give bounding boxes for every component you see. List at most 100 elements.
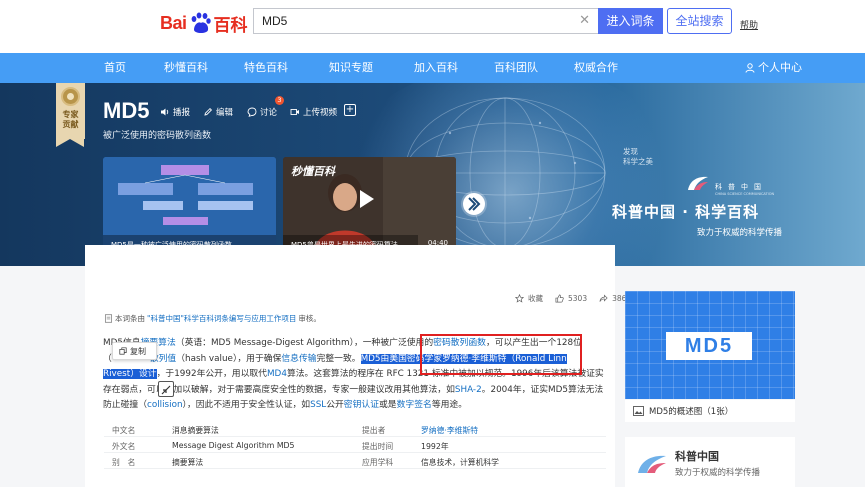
logo-bai-text: Bai (160, 12, 187, 33)
info-value: 摘要算法 (172, 458, 204, 467)
like-count: 5303 (568, 293, 588, 303)
review-note: 本词条由 "科普中国"科学百科词条编写与应用工作项目 审核。 (104, 313, 321, 324)
kepu-logo-icon (688, 176, 708, 190)
kepu-small-en: CHINA SCIENCE COMMUNICATION (715, 192, 775, 196)
clear-icon[interactable]: ✕ (579, 13, 590, 29)
text: 公开 (326, 400, 344, 410)
link-digital-signature[interactable]: 数字签名 (397, 400, 432, 410)
link-md4[interactable]: MD4 (267, 369, 287, 379)
logo-baike-text: 百科 (213, 15, 248, 36)
expert-contribution-ribbon: 专家贡献 (56, 83, 85, 147)
selection-tool-icon[interactable] (158, 381, 174, 397)
highlight-annotation-box (420, 334, 582, 375)
chevron-right-icon (463, 193, 485, 215)
next-arrow-button[interactable] (461, 191, 487, 217)
chat-icon (247, 107, 257, 117)
text: ，于1992年公开，用以取代 (156, 369, 267, 379)
video-icon (290, 108, 299, 115)
site-search-button[interactable]: 全站搜索 (667, 8, 732, 34)
info-label: 提出者 (362, 426, 386, 435)
copy-label: 复制 (130, 346, 146, 356)
discover-title: 发现 (623, 147, 638, 156)
selected-text-end[interactable]: Rivest）设计 (103, 369, 157, 379)
text: 。2004年，证实MD5算法无法 (481, 385, 604, 395)
review-suffix: 审核。 (298, 314, 321, 323)
summary-line-5: 防止碰撞（collision），因此不适用于安全性认证，如SSL公开密钥认证或是… (103, 397, 467, 410)
pencil-icon (204, 107, 213, 116)
info-row: 外文名 Message Digest Algorithm MD5 提出时间 19… (104, 437, 606, 453)
copy-popup-button[interactable]: 复制 (112, 342, 157, 360)
enter-entry-button[interactable]: 进入词条 (598, 8, 663, 34)
edit-button[interactable]: 编辑 (203, 103, 233, 120)
nav-item-team[interactable]: 百科团队 (494, 53, 538, 83)
kepu-card-subtitle: 致力于权威的科学传播 (675, 468, 761, 478)
info-label: 中文名 (112, 426, 136, 435)
page-title: MD5 (103, 98, 150, 123)
thumb-up-icon[interactable] (555, 294, 564, 303)
entry-stats: 收藏 5303 386 (515, 292, 626, 304)
nav-item-join[interactable]: 加入百科 (414, 53, 458, 83)
page-subtitle: 被广泛使用的密码散列函数 (103, 131, 212, 141)
search-input[interactable] (254, 9, 564, 33)
upload-video-button[interactable]: 上传视频 (290, 103, 337, 120)
info-value-link[interactable]: 罗纳德·李维斯特 (421, 425, 478, 436)
text: 防止碰撞（ (103, 400, 147, 410)
link-sha2[interactable]: SHA-2 (455, 385, 482, 395)
info-value: Message Digest Algorithm MD5 (172, 441, 295, 450)
help-link[interactable]: 帮助 (740, 18, 758, 31)
review-project-link[interactable]: "科普中国"科学百科词条编写与应用工作项目 (147, 313, 296, 324)
top-header: Bai 百科 ✕ 进入词条 全站搜索 帮助 (0, 0, 865, 53)
medal-icon (61, 87, 80, 106)
image-icon (633, 406, 644, 416)
nav-item-miaodong[interactable]: 秒懂百科 (164, 53, 208, 83)
summary-line-4: 存在弱点，可以被加以破解，对于需要高度安全性的数据，专家一般建议改用其他算法，如… (103, 382, 603, 395)
text: （英语：MD5 Message-Digest Algorithm），一种被广泛使… (175, 338, 434, 348)
kepu-logo-icon (638, 455, 666, 473)
add-icon[interactable]: + (344, 104, 356, 116)
video-card-1[interactable]: MD5是一种被广泛使用的密码散列函数 (103, 157, 276, 253)
nav-item-topics[interactable]: 知识专题 (329, 53, 373, 83)
info-value: 消息摘要算法 (172, 426, 219, 435)
favorite-label[interactable]: 收藏 (528, 293, 543, 304)
search-box: ✕ (253, 8, 598, 34)
baidu-baike-logo[interactable]: Bai 百科 (160, 9, 248, 37)
main-nav: 首页 秒懂百科 特色百科 知识专题 加入百科 百科团队 权威合作 个人中心 (0, 53, 865, 83)
link-key-authentication[interactable]: 密钥认证 (344, 400, 379, 410)
info-value: 信息技术，计算机科学 (421, 458, 499, 467)
discover-sub: 科学之美 (623, 157, 653, 166)
review-prefix: 本词条由 (115, 314, 145, 323)
discuss-button[interactable]: 讨论 (247, 103, 277, 120)
discuss-count-badge: 3 (275, 96, 284, 105)
link-ssl[interactable]: SSL (310, 400, 326, 410)
info-label: 别 名 (112, 458, 136, 467)
album-caption[interactable]: MD5的概述图（1张） (625, 400, 795, 422)
copy-icon (119, 347, 127, 355)
info-label: 应用学科 (362, 458, 394, 467)
discover-label: 发现 科学之美 (623, 147, 653, 167)
nav-item-authority[interactable]: 权威合作 (574, 53, 618, 83)
star-icon[interactable] (515, 293, 524, 303)
play-icon[interactable] (360, 190, 374, 208)
document-icon (104, 314, 113, 323)
upload-video-label: 上传视频 (303, 107, 338, 118)
kepu-banner-title: 科普中国 · 科学百科 (612, 203, 760, 221)
info-label: 外文名 (112, 442, 136, 451)
user-center-link[interactable]: 个人中心 (745, 53, 802, 83)
kepu-small-title: 科普中国 (715, 183, 767, 191)
paw-icon (191, 12, 211, 33)
broadcast-button[interactable]: 播报 (160, 103, 190, 120)
share-icon[interactable] (599, 293, 608, 303)
text: ），因此不适用于安全性认证，如 (182, 400, 311, 410)
text: 存在弱点，可以被加以破解，对于需要高度安全性的数据，专家一般建议改用其他算法，如 (103, 385, 455, 395)
user-icon (745, 63, 755, 73)
kepu-card-title: 科普中国 (675, 450, 719, 463)
kepu-banner-tagline: 致力于权威的科学传播 (697, 228, 783, 238)
text: （ (103, 354, 112, 364)
edit-label: 编辑 (216, 107, 234, 118)
nav-item-featured[interactable]: 特色百科 (244, 53, 288, 83)
link-collision[interactable]: collision (147, 400, 183, 410)
link-information-transfer[interactable]: 信息传输 (281, 354, 316, 364)
info-label: 提出时间 (362, 442, 394, 451)
video-card-2[interactable]: 秒懂百科 MD5曾是世界上最先进的密码算法，… 04:40 (283, 157, 456, 253)
nav-item-home[interactable]: 首页 (104, 53, 126, 83)
